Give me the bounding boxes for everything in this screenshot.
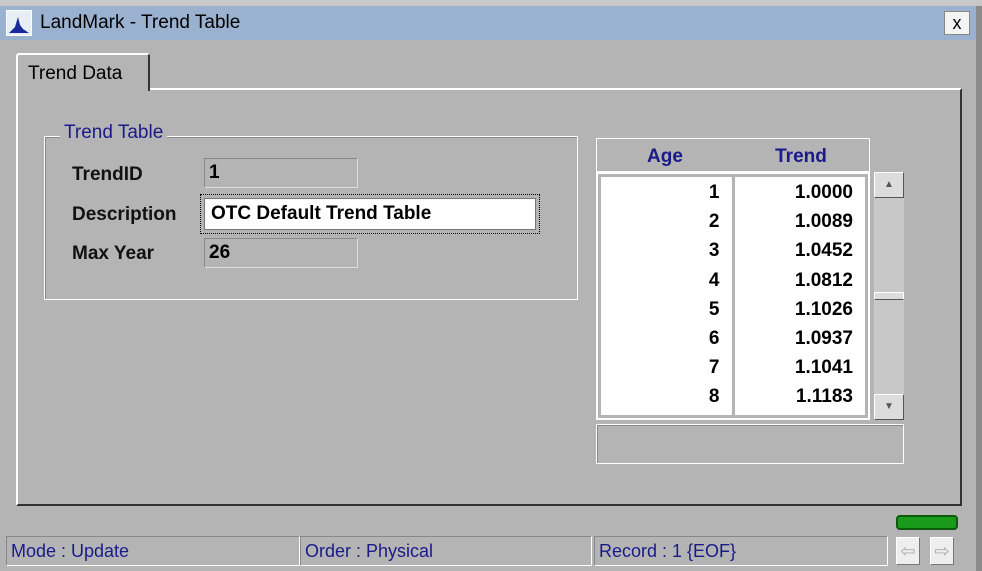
age-cell[interactable]: 5 (601, 299, 732, 328)
trend-cell[interactable]: 1.0452 (735, 240, 866, 269)
grid-header: Age Trend (596, 138, 870, 172)
status-indicator (896, 515, 958, 530)
trend-cell[interactable]: 1.1183 (735, 386, 866, 415)
grid-footer (596, 424, 904, 464)
age-cell[interactable]: 3 (601, 240, 732, 269)
app-icon (6, 10, 32, 36)
title-bar: LandMark - Trend Table x (0, 6, 976, 40)
scroll-down-icon[interactable]: ▼ (874, 394, 904, 420)
maxyear-field: 26 (204, 238, 358, 268)
vertical-scrollbar[interactable]: ▲ ▼ (874, 172, 904, 420)
age-cell[interactable]: 4 (601, 270, 732, 299)
trendid-field: 1 (204, 158, 358, 188)
trend-cell[interactable]: 1.0937 (735, 328, 866, 357)
status-order: Order : Physical (300, 536, 592, 566)
scroll-up-icon[interactable]: ▲ (874, 172, 904, 198)
group-title: Trend Table (60, 122, 168, 144)
header-age[interactable]: Age (597, 139, 733, 171)
next-record-icon[interactable]: ⇨ (930, 537, 954, 565)
status-record: Record : 1 {EOF} (594, 536, 888, 566)
tab-trend-data[interactable]: Trend Data (16, 53, 150, 91)
age-cell[interactable]: 8 (601, 386, 732, 415)
maxyear-label: Max Year (72, 243, 155, 264)
trendid-label: TrendID (72, 164, 143, 185)
age-cell[interactable]: 2 (601, 211, 732, 240)
header-trend[interactable]: Trend (733, 139, 869, 171)
close-button[interactable]: x (944, 11, 970, 35)
prev-record-icon[interactable]: ⇦ (896, 537, 920, 565)
trend-cell[interactable]: 1.1026 (735, 299, 866, 328)
description-input[interactable]: OTC Default Trend Table (204, 198, 536, 230)
window-title: LandMark - Trend Table (40, 12, 241, 33)
description-field-focus[interactable]: OTC Default Trend Table (200, 194, 540, 234)
age-cell[interactable]: 1 (601, 182, 732, 211)
age-cell[interactable]: 6 (601, 328, 732, 357)
trend-cell[interactable]: 1.1041 (735, 357, 866, 386)
trend-grid: 12345678 1.0000 1.0089 1.0452 1.0812 1.1026 1… (596, 172, 870, 420)
window-edge (976, 6, 982, 571)
description-label: Description (72, 204, 177, 225)
trend-cell[interactable]: 1.0812 (735, 270, 866, 299)
scroll-thumb[interactable] (874, 292, 904, 300)
trend-cell[interactable]: 1.0000 (735, 182, 866, 211)
trend-column: 1.0000 1.0089 1.0452 1.0812 1.1026 1.0937 1.10… (734, 177, 866, 415)
status-mode: Mode : Update (6, 536, 300, 566)
age-column: 12345678 (601, 177, 732, 415)
trend-cell[interactable]: 1.0089 (735, 211, 866, 240)
age-cell[interactable]: 7 (601, 357, 732, 386)
